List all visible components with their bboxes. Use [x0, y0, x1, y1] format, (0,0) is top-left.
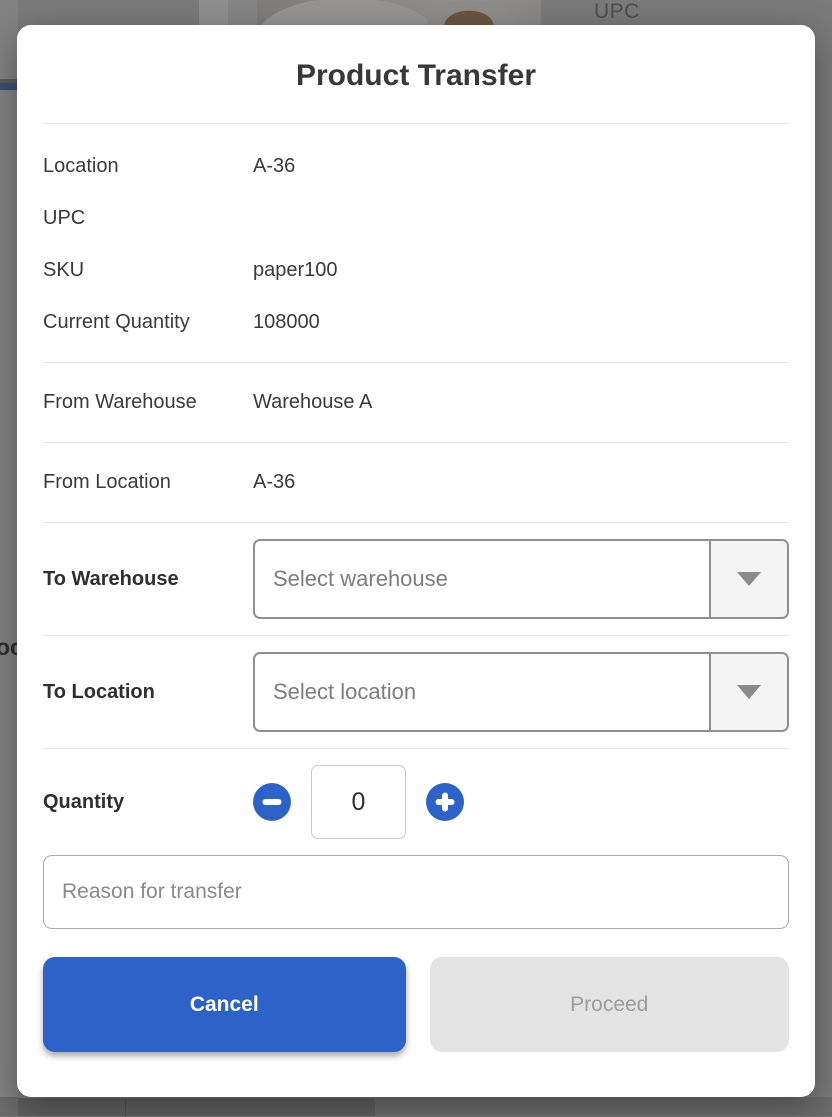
info-row-upc: UPC [43, 192, 789, 244]
backdrop-table-gridline [125, 1098, 126, 1117]
location-value: A-36 [253, 155, 295, 178]
backdrop-column-band [199, 0, 228, 25]
sku-label: SKU [43, 259, 253, 282]
to-warehouse-label: To Warehouse [43, 568, 253, 591]
backdrop-left-strip [0, 0, 18, 1116]
to-location-label: To Location [43, 681, 253, 704]
product-transfer-modal: Product Transfer Location A-36 UPC SKU p… [17, 25, 815, 1097]
plus-icon [426, 783, 464, 821]
current-quantity-value: 108000 [253, 311, 320, 334]
backdrop-clipped-text: oc [0, 630, 18, 664]
backdrop-column-band [228, 0, 257, 25]
proceed-button[interactable]: Proceed [430, 957, 790, 1052]
backdrop-upc-label: UPC [594, 0, 640, 24]
quantity-label: Quantity [43, 791, 253, 814]
quantity-decrement-button[interactable] [253, 783, 291, 821]
backdrop-table-cell-fragment [18, 1097, 375, 1116]
backdrop-tab-indicator-fragment [0, 83, 18, 90]
from-warehouse-value: Warehouse A [253, 391, 372, 414]
cancel-button[interactable]: Cancel [43, 957, 406, 1052]
from-location-label: From Location [43, 471, 253, 494]
reason-input[interactable] [43, 855, 789, 929]
to-warehouse-dropdown-button[interactable] [709, 541, 787, 617]
divider [43, 522, 789, 523]
divider [43, 748, 789, 749]
from-warehouse-label: From Warehouse [43, 391, 253, 414]
quantity-row: Quantity 0 [43, 765, 789, 839]
to-warehouse-select[interactable]: Select warehouse [253, 539, 789, 619]
sku-value: paper100 [253, 259, 338, 282]
to-location-select[interactable]: Select location [253, 652, 789, 732]
quantity-increment-button[interactable] [426, 783, 464, 821]
to-warehouse-row: To Warehouse Select warehouse [43, 539, 789, 619]
minus-icon [253, 783, 291, 821]
divider [43, 635, 789, 636]
info-row-location: Location A-36 [43, 140, 789, 192]
to-location-dropdown-button[interactable] [709, 654, 787, 730]
chevron-down-icon [737, 572, 761, 586]
to-warehouse-placeholder: Select warehouse [255, 541, 709, 617]
from-location-row: From Location A-36 [43, 443, 789, 522]
modal-actions: Cancel Proceed [43, 957, 789, 1052]
to-location-row: To Location Select location [43, 652, 789, 732]
current-quantity-label: Current Quantity [43, 311, 253, 334]
upc-label: UPC [43, 207, 253, 230]
info-row-sku: SKU paper100 [43, 244, 789, 296]
location-label: Location [43, 155, 253, 178]
modal-title: Product Transfer [43, 57, 789, 95]
product-image-fragment [257, 0, 541, 25]
from-warehouse-row: From Warehouse Warehouse A [43, 363, 789, 442]
to-location-placeholder: Select location [255, 654, 709, 730]
info-row-current-quantity: Current Quantity 108000 [43, 296, 789, 348]
from-location-value: A-36 [253, 471, 295, 494]
quantity-value-field[interactable]: 0 [311, 765, 406, 839]
chevron-down-icon [737, 685, 761, 699]
divider [43, 123, 789, 124]
